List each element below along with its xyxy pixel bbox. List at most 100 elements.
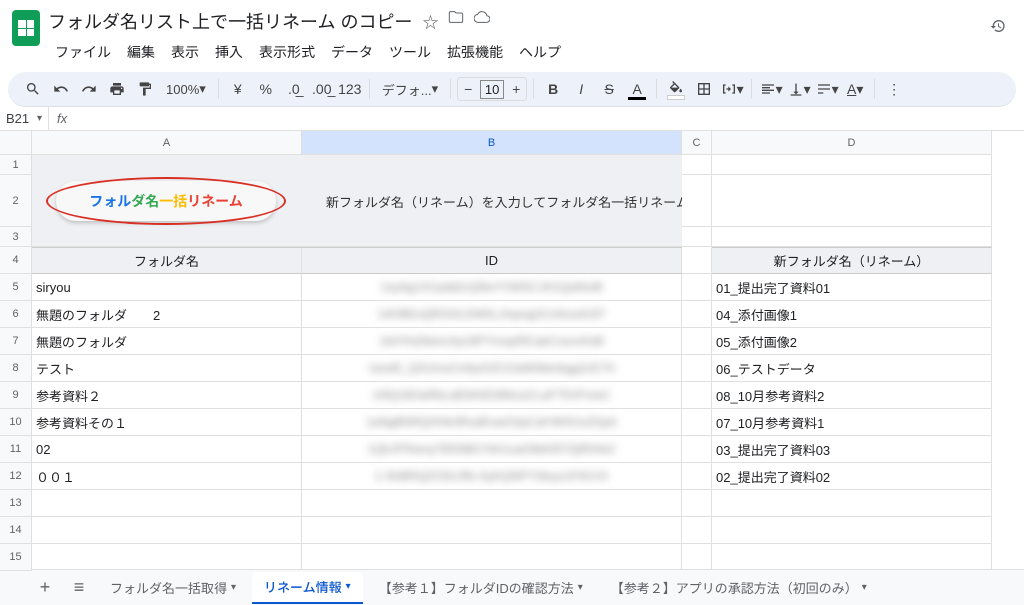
cell-newname[interactable]: 06_テストデータ (712, 355, 992, 382)
cell[interactable] (682, 247, 712, 274)
all-sheets-button[interactable]: ≡ (64, 573, 94, 603)
text-color-button[interactable]: A (624, 76, 650, 102)
col-header-c[interactable]: C (682, 131, 712, 155)
row-header[interactable]: 7 (0, 328, 32, 355)
row-header[interactable]: 13 (0, 490, 32, 517)
rotation-button[interactable]: A▾ (842, 76, 868, 102)
cell[interactable] (682, 301, 712, 328)
cell[interactable] (682, 409, 712, 436)
row-header[interactable]: 1 (0, 155, 32, 175)
menu-insert[interactable]: 挿入 (208, 38, 250, 66)
cell[interactable] (682, 382, 712, 409)
doc-title[interactable]: フォルダ名リスト上で一括リネーム のコピー (48, 8, 412, 34)
header-newname[interactable]: 新フォルダ名（リネーム） (712, 247, 992, 274)
bold-button[interactable]: B (540, 76, 566, 102)
zoom-select[interactable]: 100% ▾ (160, 76, 212, 102)
select-all[interactable] (0, 131, 32, 155)
wrap-button[interactable]: ▾ (814, 76, 840, 102)
menu-edit[interactable]: 編集 (120, 38, 162, 66)
row-header[interactable]: 12 (0, 463, 32, 490)
cell[interactable] (302, 544, 682, 569)
menu-help[interactable]: ヘルプ (512, 38, 568, 66)
currency-button[interactable]: ¥ (225, 76, 251, 102)
tab-bulk-get[interactable]: フォルダ名一括取得▾ (98, 572, 248, 604)
cell[interactable] (682, 227, 712, 247)
percent-button[interactable]: % (253, 76, 279, 102)
cell[interactable] (682, 355, 712, 382)
halign-button[interactable]: ▾ (758, 76, 784, 102)
cell-id[interactable]: 1-ShBRQZOSLIRk-SyKQNPYSleyz1FACrO (302, 463, 682, 490)
cell[interactable] (32, 227, 302, 247)
cell-folder[interactable]: テスト (32, 355, 302, 382)
cell-id[interactable]: 1and5_Q2UmuCmbyGZCOaW0kbnkgg2cE7H (302, 355, 682, 382)
menu-view[interactable]: 表示 (164, 38, 206, 66)
paint-format-icon[interactable] (132, 76, 158, 102)
menu-format[interactable]: 表示形式 (252, 38, 322, 66)
redo-icon[interactable] (76, 76, 102, 102)
move-icon[interactable] (448, 9, 464, 33)
cell[interactable] (712, 544, 992, 569)
cell-newname[interactable]: 03_提出完了資料03 (712, 436, 992, 463)
cell-folder[interactable]: 参考資料２ (32, 382, 302, 409)
row-header[interactable]: 6 (0, 301, 32, 328)
cell[interactable] (682, 274, 712, 301)
font-size-input[interactable]: 10 (480, 80, 504, 99)
header-folder[interactable]: フォルダ名 (32, 247, 302, 274)
cell-newname[interactable]: 05_添付画像2 (712, 328, 992, 355)
header-id[interactable]: ID (302, 247, 682, 274)
cell[interactable] (302, 490, 682, 517)
cell-id[interactable]: 14OBExQROGLEMSLJmpng2Cmhca4197 (302, 301, 682, 328)
cell-folder[interactable]: 参考資料その１ (32, 409, 302, 436)
tab-ref1[interactable]: 【参考１】フォルダIDの確認方法▾ (367, 572, 595, 604)
menu-data[interactable]: データ (324, 38, 380, 66)
tab-ref2[interactable]: 【参考２】アプリの承認方法（初回のみ）▾ (599, 572, 879, 604)
fill-color-button[interactable] (663, 76, 689, 102)
col-header-d[interactable]: D (712, 131, 992, 155)
merge-button[interactable]: ▾ (719, 76, 745, 102)
cloud-icon[interactable] (474, 9, 490, 33)
valign-button[interactable]: ▾ (786, 76, 812, 102)
cell[interactable] (712, 490, 992, 517)
undo-icon[interactable] (48, 76, 74, 102)
number-format-button[interactable]: 123 (337, 76, 363, 102)
cell[interactable] (302, 227, 682, 247)
font-size-plus[interactable]: + (506, 78, 526, 100)
cell[interactable] (302, 517, 682, 544)
cell-folder[interactable]: 02 (32, 436, 302, 463)
cell-id[interactable]: 10lQ18OaRbLaB3AhEWlknuCLaFT5VFmeC (302, 382, 682, 409)
cell[interactable] (32, 544, 302, 569)
cell-newname[interactable]: 02_提出完了資料02 (712, 463, 992, 490)
cell[interactable] (712, 227, 992, 247)
cell[interactable] (712, 517, 992, 544)
row-header[interactable]: 8 (0, 355, 32, 382)
cell-id[interactable]: 1kHYbZkbnLKp18PYmxpRlCakCosncKd8 (302, 328, 682, 355)
cell[interactable] (712, 155, 992, 175)
cell[interactable] (32, 517, 302, 544)
cell-folder[interactable]: 無題のフォルダ (32, 328, 302, 355)
add-sheet-button[interactable]: + (30, 573, 60, 603)
cell-id[interactable]: 1aNgBNRQHHk3RudEowO2pCaF4KRJu2OpA (302, 409, 682, 436)
row-header[interactable]: 5 (0, 274, 32, 301)
cell[interactable] (682, 155, 712, 175)
borders-button[interactable] (691, 76, 717, 102)
cell-folder[interactable]: ００１ (32, 463, 302, 490)
rename-button[interactable]: フォルダ名一括リネーム (56, 181, 276, 221)
cell[interactable] (32, 490, 302, 517)
cell[interactable] (682, 544, 712, 569)
row-header[interactable]: 10 (0, 409, 32, 436)
font-select[interactable]: デフォ... ▾ (376, 76, 444, 102)
cell[interactable] (682, 436, 712, 463)
italic-button[interactable]: I (568, 76, 594, 102)
row-header[interactable]: 11 (0, 436, 32, 463)
cell[interactable]: 新フォルダ名（リネーム）を入力してフォルダ名一括リネームボタンを押してください。 (302, 175, 682, 227)
row-header[interactable]: 15 (0, 544, 32, 571)
row-header[interactable]: 14 (0, 517, 32, 544)
cell[interactable] (712, 175, 992, 227)
cell-folder[interactable]: siryou (32, 274, 302, 301)
menu-extensions[interactable]: 拡張機能 (440, 38, 510, 66)
cell-id[interactable]: 1QhJFRamyTBSNB1Ykh1uaO8dO67i2jRh0e2 (302, 436, 682, 463)
print-icon[interactable] (104, 76, 130, 102)
row-header[interactable]: 4 (0, 247, 32, 274)
row-header[interactable]: 2 (0, 175, 32, 227)
tab-rename-info[interactable]: リネーム情報▾ (252, 572, 363, 604)
